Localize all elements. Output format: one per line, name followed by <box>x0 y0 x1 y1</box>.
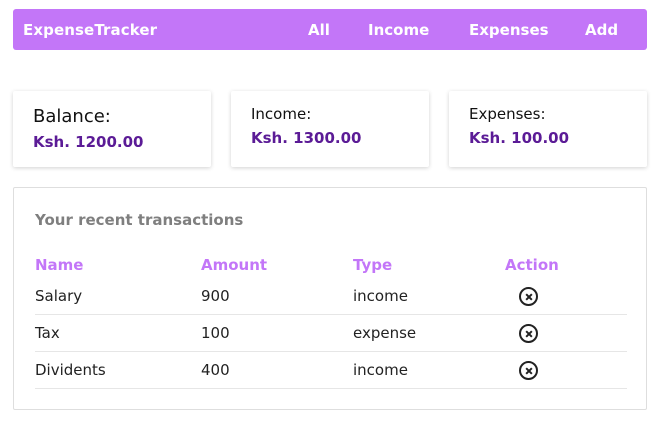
transaction-name: Salary <box>35 287 83 305</box>
transaction-type: expense <box>353 324 417 342</box>
balance-card: Balance: Ksh. 1200.00 <box>13 91 211 167</box>
table-row: Dividents 400 income <box>35 352 627 389</box>
column-header-action: Action <box>505 256 559 274</box>
transaction-type: income <box>353 361 408 379</box>
income-label: Income: <box>251 105 312 123</box>
remove-circle-icon[interactable] <box>519 324 538 343</box>
column-header-name: Name <box>35 256 84 274</box>
top-navbar: ExpenseTracker All Income Expenses Add <box>13 9 647 50</box>
transactions-panel: Your recent transactions Name Amount Typ… <box>13 187 647 410</box>
brand-logo-text[interactable]: ExpenseTracker <box>23 21 157 39</box>
balance-value: Ksh. 1200.00 <box>33 133 144 151</box>
nav-expenses[interactable]: Expenses <box>469 21 549 39</box>
column-header-amount: Amount <box>201 256 268 274</box>
expenses-card: Expenses: Ksh. 100.00 <box>449 91 647 167</box>
remove-circle-icon[interactable] <box>519 361 538 380</box>
nav-add[interactable]: Add <box>585 21 618 39</box>
remove-circle-icon[interactable] <box>519 287 538 306</box>
transaction-name: Tax <box>35 324 60 342</box>
table-row: Salary 900 income <box>35 278 627 315</box>
transaction-amount: 900 <box>201 287 230 305</box>
expenses-label: Expenses: <box>469 105 546 123</box>
income-value: Ksh. 1300.00 <box>251 129 362 147</box>
nav-income[interactable]: Income <box>368 21 429 39</box>
expenses-value: Ksh. 100.00 <box>469 129 570 147</box>
balance-label: Balance: <box>33 106 111 127</box>
nav-all[interactable]: All <box>308 21 330 39</box>
transaction-amount: 400 <box>201 361 230 379</box>
transactions-title: Your recent transactions <box>35 211 244 229</box>
transaction-name: Dividents <box>35 361 106 379</box>
table-row: Tax 100 expense <box>35 315 627 352</box>
transaction-amount: 100 <box>201 324 230 342</box>
transaction-type: income <box>353 287 408 305</box>
column-header-type: Type <box>353 256 393 274</box>
income-card: Income: Ksh. 1300.00 <box>231 91 429 167</box>
